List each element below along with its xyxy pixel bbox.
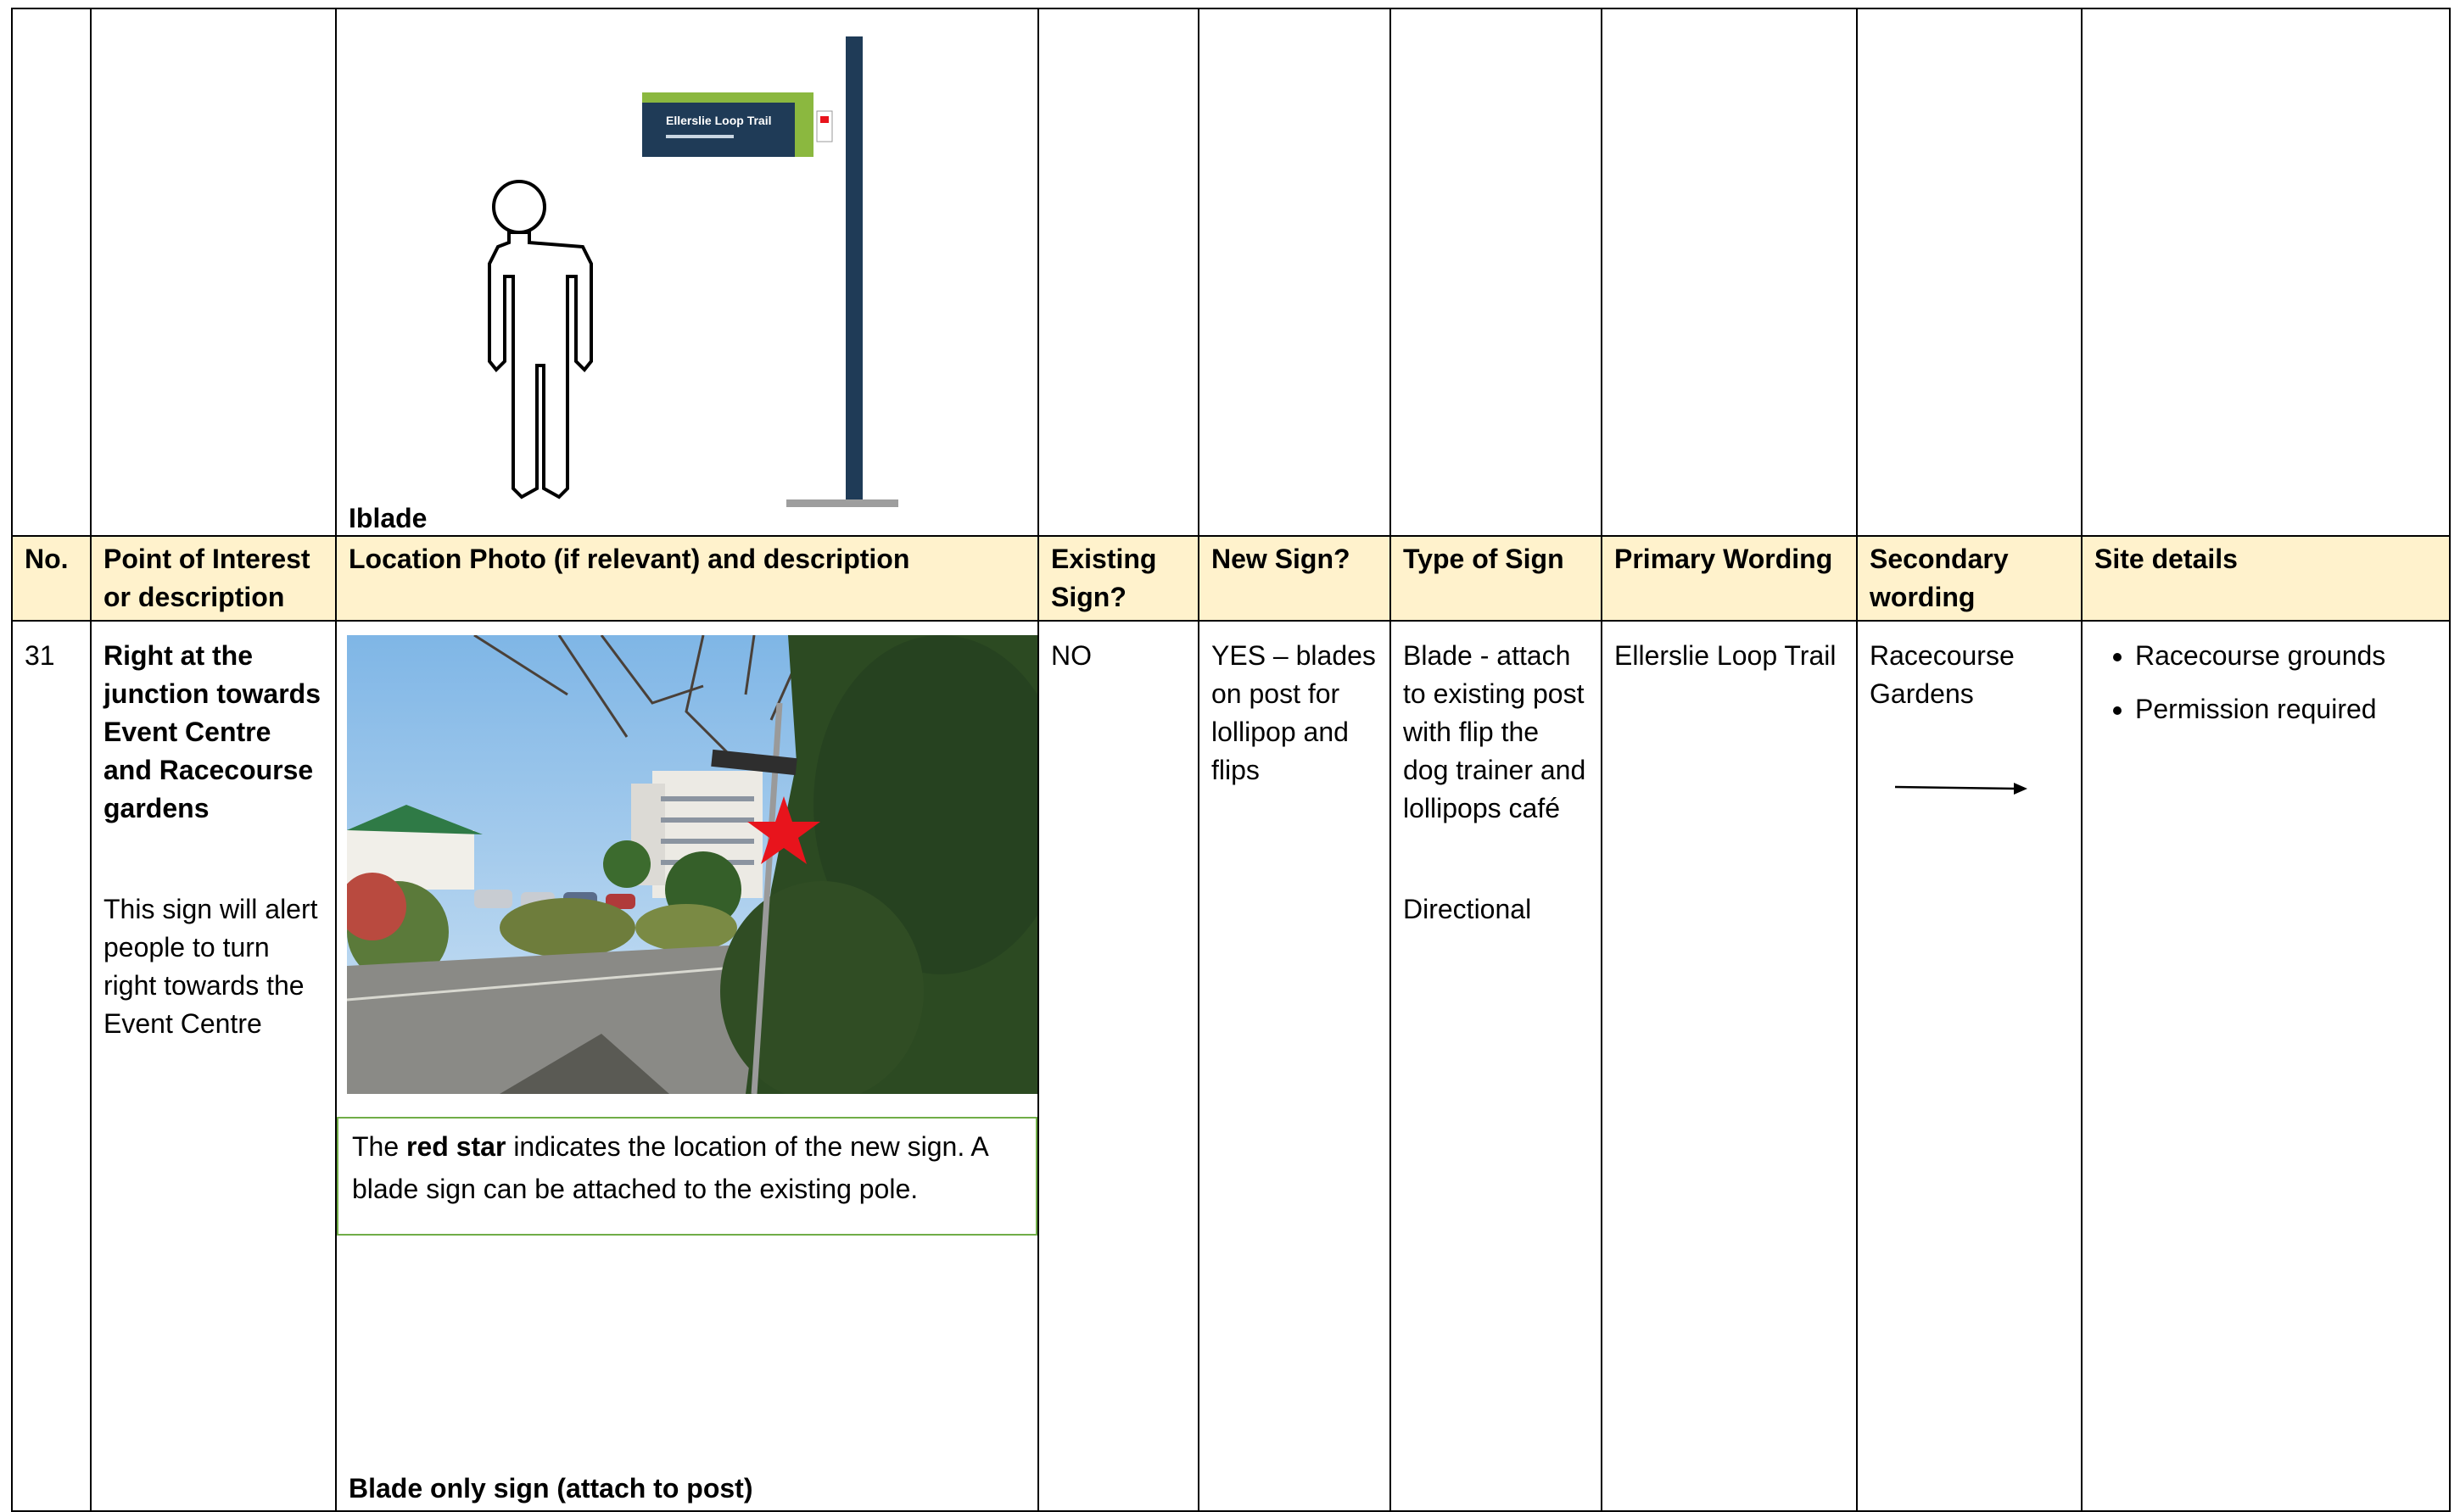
callout-prefix: The [352,1131,407,1162]
blade-sign-panel: Ellerslie Loop Trail [642,92,833,157]
header-existing: Existing Sign? [1037,535,1199,622]
location-photo-cell: The red star indicates the location of t… [335,620,1039,1512]
empty-cell [1389,8,1602,537]
post-base [786,499,898,507]
sign-diagram-cell: Ellerslie Loop Trail Iblade [335,8,1039,537]
type-of-sign-cell: Blade - attach to existing post with fli… [1389,620,1602,1512]
new-sign-value: YES – blades on post for lollipop and fl… [1198,620,1391,1512]
location-photo [347,635,1037,1094]
iblade-illustration: Ellerslie Loop Trail [488,36,898,507]
poi-cell: Right at the junction towards Event Cent… [90,620,337,1512]
header-no: No. [11,535,92,622]
site-details-cell: Racecourse grounds Permission required [2081,620,2451,1512]
table-row: 31 Right at the junction towards Event C… [11,620,2451,1512]
empty-cell [1198,8,1391,537]
poi-description: This sign will alert people to turn righ… [103,894,318,1039]
secondary-wording-value: Racecourse Gardens [1870,640,2015,709]
header-poi: Point of Interest or description [90,535,337,622]
existing-sign-value: NO [1037,620,1199,1512]
empty-cell [90,8,337,537]
list-item: Racecourse grounds [2135,637,2437,675]
secondary-wording-cell: Racecourse Gardens [1856,620,2083,1512]
arrow-right-icon [1870,767,2069,806]
empty-cell [11,8,92,537]
poi-title: Right at the junction towards Event Cent… [103,640,321,823]
header-secondary: Secondary wording [1856,535,2083,622]
blade-only-caption: Blade only sign (attach to post) [349,1473,753,1504]
list-item: Permission required [2135,690,2437,728]
sign-post [846,36,863,503]
type-of-sign-value: Blade - attach to existing post with fli… [1403,640,1586,823]
person-scale-icon [488,180,593,499]
empty-cell [2081,8,2451,537]
primary-wording-value: Ellerslie Loop Trail [1601,620,1858,1512]
header-type: Type of Sign [1389,535,1602,622]
empty-cell [1856,8,2083,537]
header-site: Site details [2081,535,2451,622]
iblade-diagram: Ellerslie Loop Trail Iblade [338,10,1037,534]
diagram-row: Ellerslie Loop Trail Iblade [11,8,2451,537]
empty-cell [1037,8,1199,537]
header-location: Location Photo (if relevant) and descrip… [335,535,1039,622]
callout-bold: red star [406,1131,506,1162]
site-details-list: Racecourse grounds Permission required [2094,637,2437,728]
red-star-callout: The red star indicates the location of t… [338,1117,1037,1236]
type-directional: Directional [1403,894,1532,924]
row-number: 31 [11,620,92,1512]
header-primary: Primary Wording [1601,535,1858,622]
diagram-label: Iblade [349,503,428,533]
svg-text:Ellerslie Loop Trail: Ellerslie Loop Trail [666,114,771,127]
sign-schedule-table: Ellerslie Loop Trail Iblade No. Point of… [11,8,2451,1512]
header-row: No. Point of Interest or description Loc… [11,535,2451,622]
empty-cell [1601,8,1858,537]
header-new-sign: New Sign? [1198,535,1391,622]
